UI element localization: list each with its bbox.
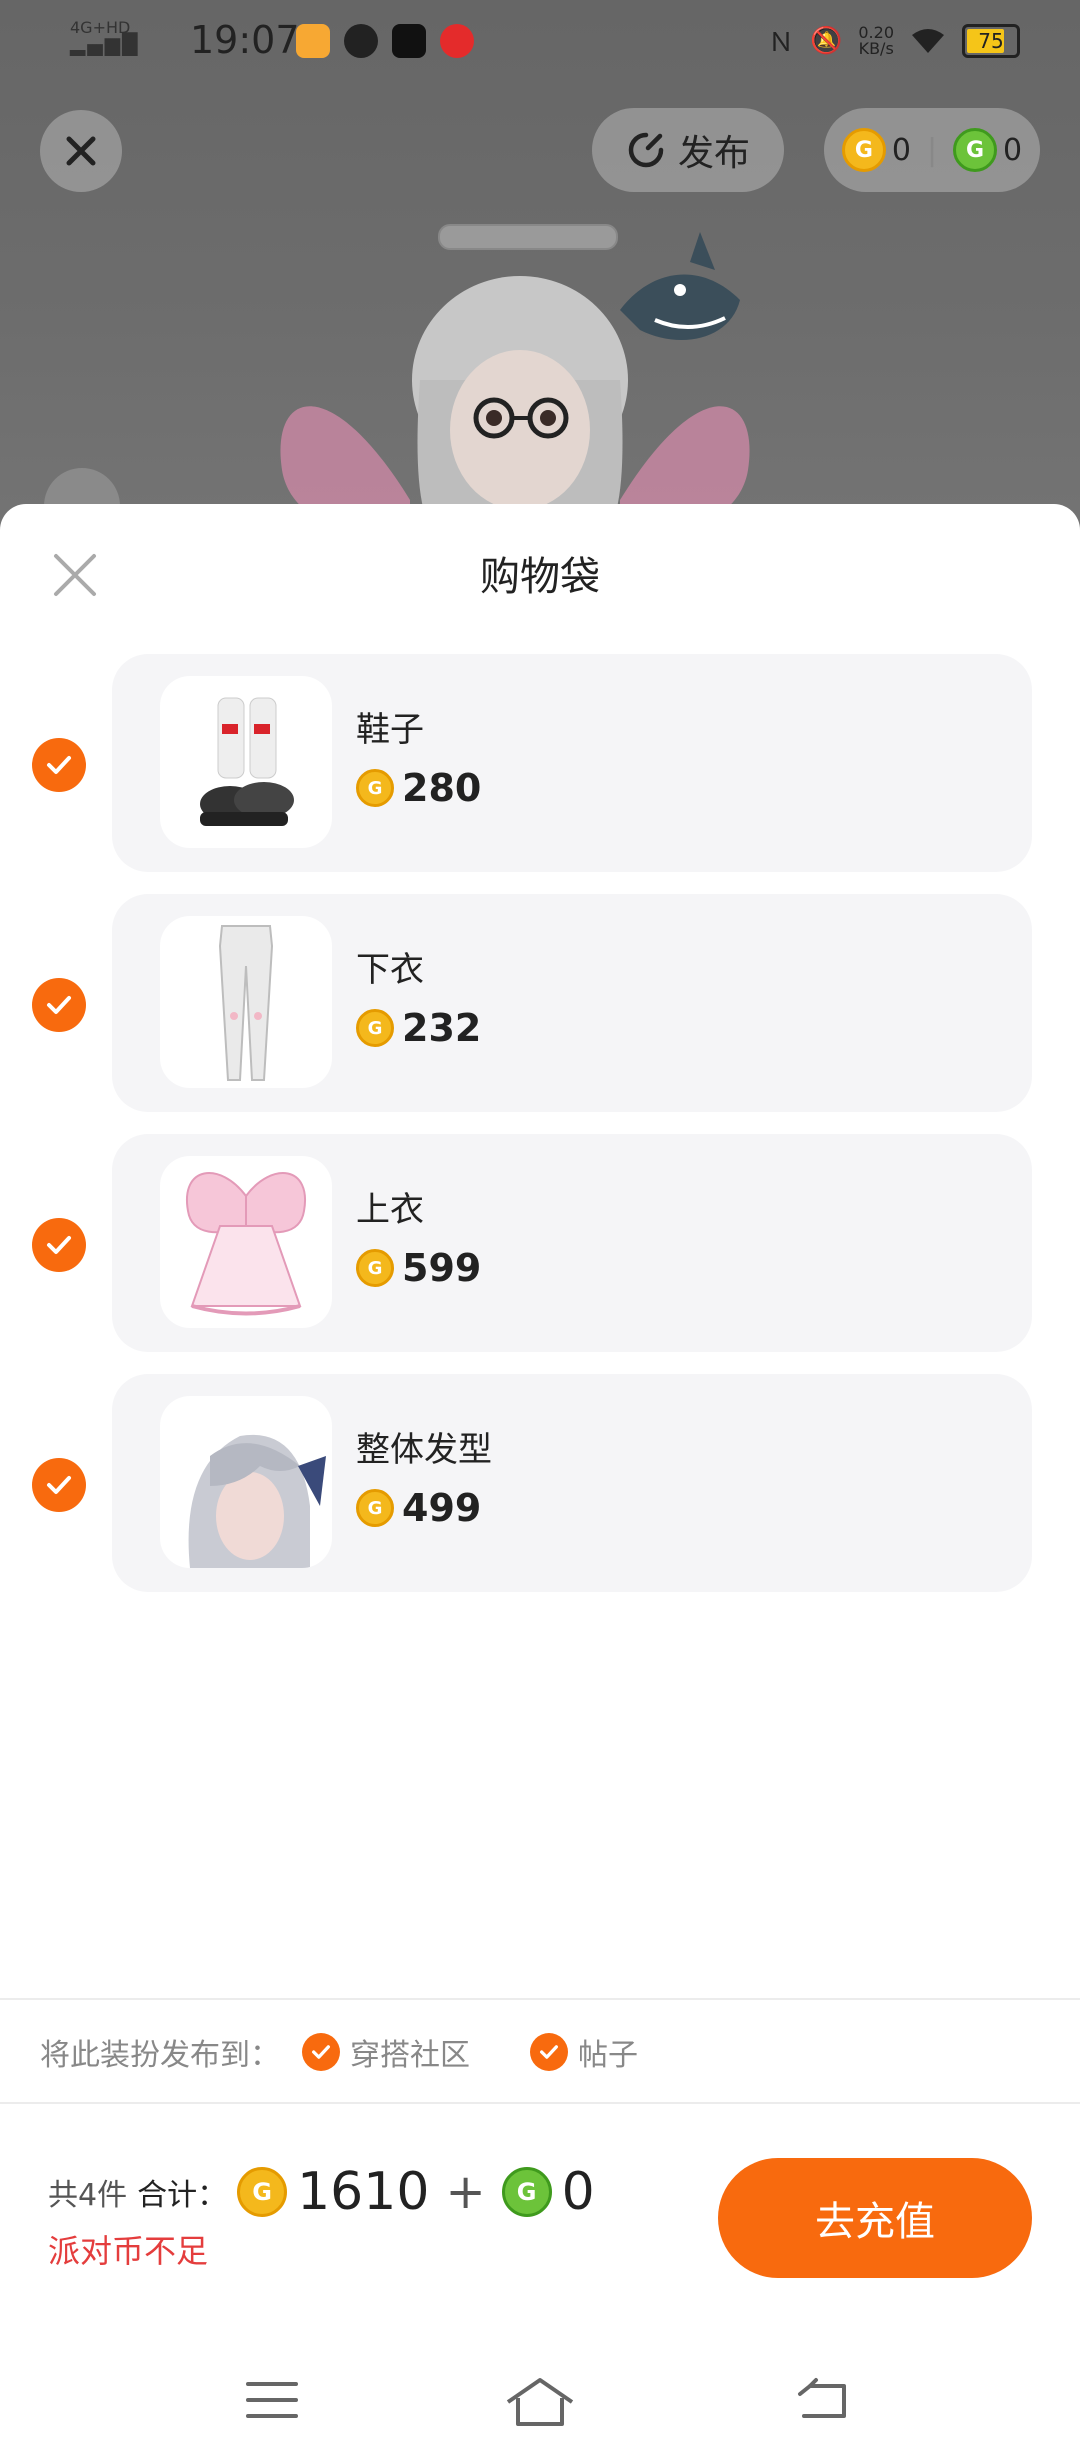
checkmark-icon (302, 2033, 340, 2071)
green-coin-icon: G (953, 128, 998, 172)
item-name: 下衣 (356, 950, 424, 990)
checkmark-icon (530, 2033, 568, 2071)
list-item[interactable]: 整体发型 G 499 (112, 1374, 1032, 1592)
close-scene-button[interactable] (40, 110, 122, 192)
publish-option-community[interactable]: 穿搭社区 (302, 2030, 470, 2074)
checkmark-icon (47, 756, 71, 774)
item-thumbnail (160, 1156, 332, 1328)
status-bar: 4G+HD ▂▄▆█ 19:07 Ｎ 🔕 0.20 KB/s 75 (0, 0, 1080, 84)
publish-button[interactable]: 发布 (592, 108, 784, 192)
app-notification-icon-1 (296, 24, 330, 58)
item-thumbnail (160, 1396, 332, 1568)
item-price: G 599 (356, 1246, 481, 1290)
list-item[interactable]: 下衣 G 232 (112, 894, 1032, 1112)
item-checkbox-top[interactable] (32, 1218, 86, 1272)
item-price: G 232 (356, 1006, 481, 1050)
checkmark-icon (47, 1236, 71, 1254)
list-item[interactable]: 上衣 G 599 (112, 1134, 1032, 1352)
gold-coin-icon: G (356, 1249, 394, 1287)
gold-total: 1610 (297, 2162, 430, 2222)
item-checkbox-shoes[interactable] (32, 738, 86, 792)
menu-icon[interactable] (244, 2376, 300, 2424)
battery-icon: 75 (962, 23, 1020, 58)
publish-option-label: 帖子 (578, 2038, 638, 2073)
wifi-icon (912, 28, 944, 53)
shoes-image (200, 697, 294, 826)
battery-percent: 75 (978, 28, 1004, 53)
item-checkbox-bottoms[interactable] (32, 978, 86, 1032)
clock: 19:07 (190, 18, 300, 62)
network-indicator: 4G+HD ▂▄▆█ (70, 18, 140, 56)
item-count: 共4件 (48, 2178, 128, 2213)
item-price-value: 499 (402, 1486, 482, 1530)
item-name: 鞋子 (356, 710, 424, 750)
gold-coin-icon: G (237, 2167, 288, 2217)
item-checkbox-hairstyle[interactable] (32, 1458, 86, 1512)
nfc-icon: Ｎ (767, 28, 794, 58)
list-item[interactable]: 鞋子 G 280 (112, 654, 1032, 872)
butterfly-dress-image (185, 1172, 307, 1316)
item-thumbnail (160, 676, 332, 848)
publish-label: 发布 (677, 133, 750, 174)
publish-option-post[interactable]: 帖子 (530, 2030, 638, 2074)
app-notification-icon-2 (392, 24, 426, 58)
publish-icon (628, 132, 664, 168)
item-name: 整体发型 (356, 1430, 492, 1470)
publish-to-label: 将此装扮发布到： (40, 2038, 280, 2073)
speed-unit: KB/s (858, 38, 894, 58)
network-speed: 0.20 KB/s (858, 24, 894, 58)
item-price-value: 599 (402, 1246, 482, 1290)
system-nav-bar (0, 2340, 1080, 2460)
gold-coin-icon: G (841, 128, 886, 172)
total-label: 合计： (137, 2178, 228, 2213)
publish-to-row: 将此装扮发布到： 穿搭社区 帖子 (40, 2030, 638, 2074)
checkmark-icon (47, 996, 71, 1014)
green-coin-icon: G (501, 2167, 552, 2217)
order-summary: 共4件 合计： G 1610 + G 0 派对币不足 (48, 2162, 595, 2272)
hairstyle-image (188, 1434, 326, 1568)
plus-sign: + (445, 2164, 486, 2220)
gold-coin-icon: G (356, 769, 394, 807)
publish-option-label: 穿搭社区 (350, 2038, 470, 2073)
coin-balance[interactable]: G 0 | G 0 (824, 108, 1040, 192)
item-thumbnail (160, 916, 332, 1088)
gold-coin-icon: G (356, 1009, 394, 1047)
leggings-image (218, 925, 274, 1081)
close-icon (66, 136, 96, 166)
home-icon[interactable] (504, 2376, 576, 2428)
item-price: G 499 (356, 1486, 481, 1530)
item-price: G 280 (356, 766, 481, 810)
divider (0, 2102, 1080, 2104)
green-total: 0 (561, 2162, 595, 2222)
green-balance: 0 (1003, 132, 1023, 168)
app-notification-icon-3 (440, 24, 474, 58)
item-price-value: 232 (402, 1006, 482, 1050)
checkmark-icon (47, 1476, 71, 1494)
divider (0, 1998, 1080, 2000)
item-price-value: 280 (402, 766, 482, 810)
back-icon[interactable] (796, 2376, 852, 2424)
wechat-icon (344, 24, 378, 58)
sheet-title: 购物袋 (480, 554, 600, 600)
gold-coin-icon: G (356, 1489, 394, 1527)
insufficient-balance-warning: 派对币不足 (48, 2232, 209, 2270)
mute-icon: 🔕 (810, 25, 843, 56)
recharge-button[interactable]: 去充值 (718, 2158, 1032, 2278)
item-name: 上衣 (356, 1190, 424, 1230)
gold-balance: 0 (891, 132, 911, 168)
